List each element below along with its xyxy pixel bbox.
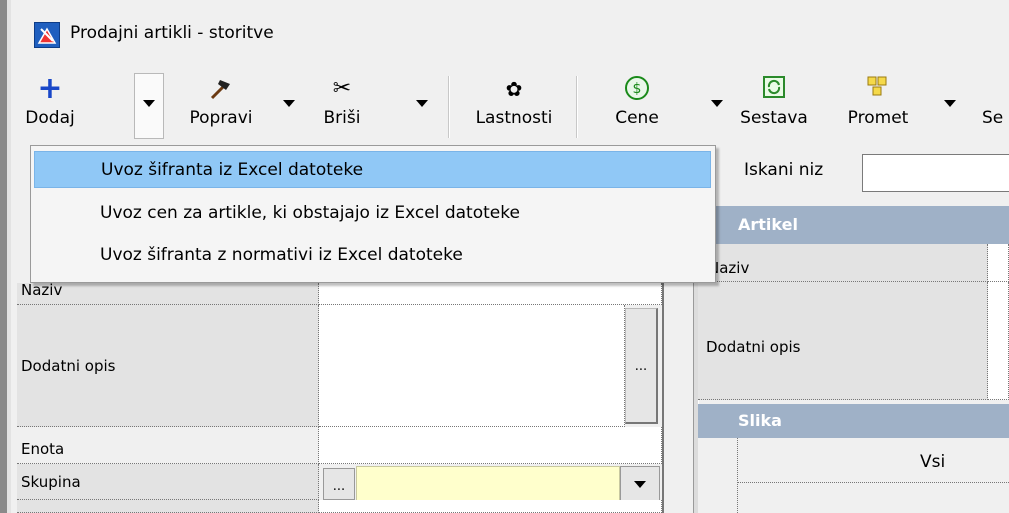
dodaj-dropdown-arrow[interactable] [143, 100, 155, 107]
window-edge-inner [7, 0, 11, 513]
dodatni-opis-label: Dodatni opis [17, 305, 319, 427]
toolbar-separator [448, 76, 450, 138]
more-toolbar-button[interactable]: Se [982, 74, 1009, 128]
popravi-dropdown-arrow[interactable] [283, 100, 295, 107]
dodatni-opis-value[interactable] [319, 305, 625, 427]
skupina-value[interactable] [356, 466, 620, 502]
dodatni-opis-ellipsis-button[interactable]: ... [625, 308, 658, 424]
menu-item-uvoz-cen[interactable]: Uvoz cen za artikle, ki obstajajo iz Exc… [34, 195, 711, 232]
right-dodatni-opis-label: Dodatni opis [698, 282, 988, 400]
slika-divider [737, 438, 739, 513]
window-edge [0, 0, 7, 513]
naziv-value[interactable] [319, 283, 662, 305]
vsi-label: Vsi [920, 452, 946, 472]
naziv-label: Naziv [17, 283, 319, 305]
skupina-dropdown-button[interactable] [620, 466, 660, 502]
popravi-button[interactable]: Popravi [176, 74, 266, 128]
gears-icon: ✿ [505, 77, 523, 101]
menu-item-uvoz-normativi[interactable]: Uvoz šifranta z normativi iz Excel datot… [34, 237, 711, 274]
lastnosti-button[interactable]: ✿ Lastnosti [460, 74, 568, 128]
sestava-button[interactable]: Sestava [734, 74, 814, 128]
cene-button[interactable]: $ Cene [596, 74, 678, 128]
left-grid-border [662, 283, 664, 513]
slika-area [698, 438, 1009, 513]
chevron-down-icon [634, 481, 646, 488]
skupina-ellipsis-button[interactable]: ... [323, 468, 355, 500]
refresh-box-icon [734, 74, 814, 104]
enota-value[interactable] [319, 427, 662, 464]
search-label: Iskani niz [744, 160, 824, 180]
brisi-dropdown-arrow[interactable] [416, 100, 428, 107]
cubes-icon [838, 74, 918, 104]
right-naziv-label: Naziv [698, 244, 988, 282]
search-input[interactable] [862, 154, 1009, 192]
scissors-icon: ✂ [332, 76, 352, 101]
brisi-button[interactable]: ✂ Briši [314, 74, 370, 128]
next-row-value [319, 500, 662, 513]
enota-label: Enota [17, 427, 319, 464]
toolbar-separator [576, 76, 578, 138]
menu-item-uvoz-sifranta[interactable]: Uvoz šifranta iz Excel datoteke [34, 151, 711, 188]
plus-icon: + [37, 71, 63, 106]
section-header-artikel: Artikel [698, 206, 1009, 244]
window-title: Prodajni artikli - storitve [70, 23, 274, 43]
dodaj-dropdown-menu: Uvoz šifranta iz Excel datoteke Uvoz cen… [30, 145, 716, 283]
money-icon: $ [596, 74, 678, 104]
svg-text:$: $ [633, 81, 642, 97]
right-dodatni-opis-value[interactable] [988, 282, 1009, 400]
skupina-label: Skupina [17, 464, 319, 500]
next-row-label [17, 500, 319, 513]
app-icon [34, 22, 60, 48]
hammer-icon [176, 74, 266, 104]
dodaj-button[interactable]: + Dodaj [16, 71, 84, 129]
cene-dropdown-arrow[interactable] [711, 100, 723, 107]
slika-divider [737, 482, 1009, 484]
section-header-slika: Slika [698, 404, 1009, 438]
right-naziv-value[interactable] [988, 244, 1009, 282]
promet-dropdown-arrow[interactable] [944, 100, 956, 107]
promet-button[interactable]: Promet [838, 74, 918, 128]
